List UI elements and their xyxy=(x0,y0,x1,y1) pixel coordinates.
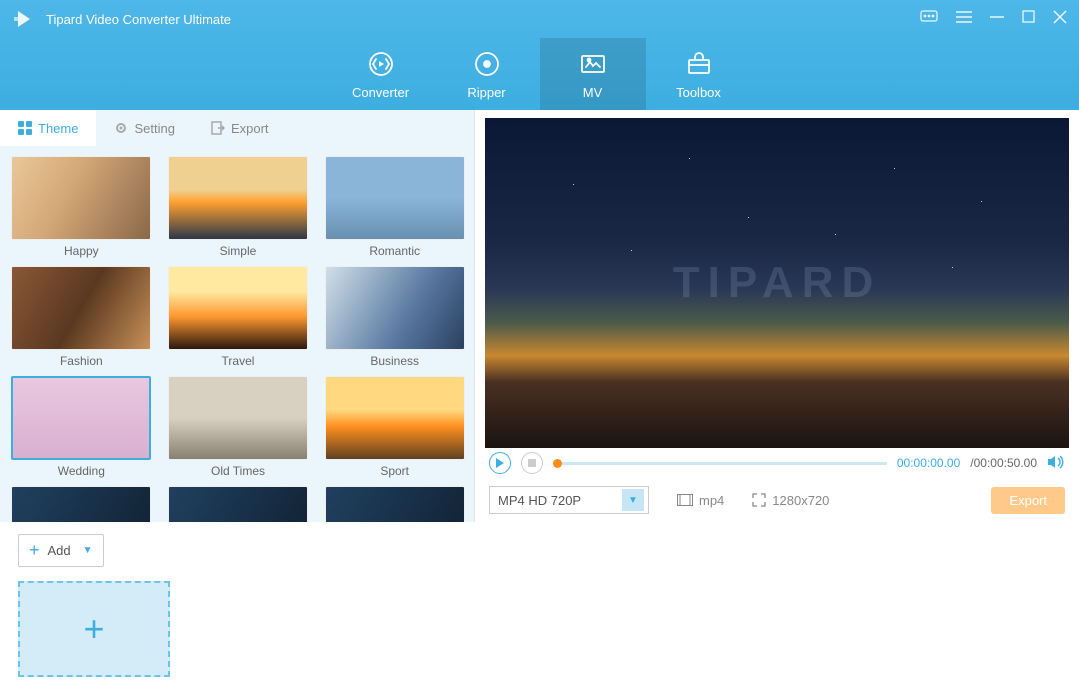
maximize-icon[interactable] xyxy=(1022,10,1035,29)
theme-thumbnail xyxy=(325,486,465,522)
theme-label: Business xyxy=(370,354,419,368)
ripper-icon xyxy=(472,49,502,79)
theme-thumbnail xyxy=(168,156,308,240)
theme-business[interactable]: Business xyxy=(321,266,468,368)
theme-thumbnail xyxy=(11,486,151,522)
stop-button[interactable] xyxy=(521,452,543,474)
nav-label: Ripper xyxy=(467,85,505,100)
tab-theme[interactable]: Theme xyxy=(0,110,96,146)
feedback-icon[interactable] xyxy=(920,10,938,29)
nav-ripper[interactable]: Ripper xyxy=(434,38,540,110)
close-icon[interactable] xyxy=(1053,10,1067,29)
main-nav: Converter Ripper MV Toolbox xyxy=(0,38,1079,110)
theme-happy[interactable]: Happy xyxy=(8,156,155,258)
panel-tabs: Theme Setting Export xyxy=(0,110,474,146)
format-select[interactable]: MP4 HD 720P ▼ xyxy=(489,486,649,514)
converter-icon xyxy=(366,49,396,79)
theme-label: Old Times xyxy=(211,464,265,478)
time-current: 00:00:00.00 xyxy=(897,456,960,470)
film-icon xyxy=(677,494,693,506)
theme-label: Sport xyxy=(380,464,409,478)
chevron-down-icon: ▼ xyxy=(622,489,644,511)
nav-label: MV xyxy=(583,85,603,100)
theme-item[interactable] xyxy=(165,486,312,522)
theme-item[interactable] xyxy=(321,486,468,522)
toolbox-icon xyxy=(684,49,714,79)
theme-thumbnail xyxy=(325,266,465,350)
theme-travel[interactable]: Travel xyxy=(165,266,312,368)
title-bar: Tipard Video Converter Ultimate xyxy=(0,0,1079,38)
add-media-placeholder[interactable]: + xyxy=(18,581,170,677)
play-button[interactable] xyxy=(489,452,511,474)
theme-label: Simple xyxy=(220,244,257,258)
theme-thumbnail xyxy=(168,486,308,522)
seek-handle[interactable] xyxy=(553,459,562,468)
menu-icon[interactable] xyxy=(956,10,972,29)
theme-label: Happy xyxy=(64,244,99,258)
theme-thumbnail xyxy=(325,156,465,240)
export-bar: MP4 HD 720P ▼ mp4 1280x720 Export xyxy=(475,478,1079,522)
theme-label: Fashion xyxy=(60,354,103,368)
nav-toolbox[interactable]: Toolbox xyxy=(646,38,752,110)
theme-old-times[interactable]: Old Times xyxy=(165,376,312,478)
theme-sport[interactable]: Sport xyxy=(321,376,468,478)
app-title: Tipard Video Converter Ultimate xyxy=(46,12,920,27)
preview-watermark: TIPARD xyxy=(673,258,882,308)
left-panel: Theme Setting Export Happy Simple Romantic… xyxy=(0,110,475,522)
theme-grid[interactable]: Happy Simple Romantic Fashion Travel Business… xyxy=(0,146,474,522)
theme-item[interactable] xyxy=(8,486,155,522)
theme-thumbnail xyxy=(11,266,151,350)
export-button[interactable]: Export xyxy=(991,487,1065,514)
export-icon xyxy=(211,121,225,135)
theme-label: Wedding xyxy=(58,464,105,478)
theme-thumbnail xyxy=(168,376,308,460)
theme-label: Romantic xyxy=(369,244,420,258)
grid-icon xyxy=(18,121,32,135)
video-preview[interactable]: TIPARD xyxy=(485,118,1069,448)
expand-icon xyxy=(752,493,766,507)
tab-setting[interactable]: Setting xyxy=(96,110,192,146)
theme-simple[interactable]: Simple xyxy=(165,156,312,258)
theme-thumbnail xyxy=(11,376,151,460)
nav-label: Toolbox xyxy=(676,85,721,100)
container-label: mp4 xyxy=(699,493,724,508)
main-body: Theme Setting Export Happy Simple Romantic… xyxy=(0,110,1079,522)
theme-thumbnail xyxy=(168,266,308,350)
tab-label: Export xyxy=(231,121,269,136)
plus-icon: + xyxy=(29,540,40,561)
time-total: /00:00:50.00 xyxy=(970,456,1037,470)
tab-label: Setting xyxy=(134,121,174,136)
nav-label: Converter xyxy=(352,85,409,100)
app-logo-icon xyxy=(12,7,36,31)
mv-icon xyxy=(578,49,608,79)
nav-mv[interactable]: MV xyxy=(540,38,646,110)
theme-thumbnail xyxy=(11,156,151,240)
nav-converter[interactable]: Converter xyxy=(328,38,434,110)
add-label: Add xyxy=(48,543,71,558)
tab-export[interactable]: Export xyxy=(193,110,287,146)
tab-label: Theme xyxy=(38,121,78,136)
resolution-label: 1280x720 xyxy=(772,493,829,508)
volume-icon[interactable] xyxy=(1047,455,1065,472)
theme-wedding[interactable]: Wedding xyxy=(8,376,155,478)
format-value: MP4 HD 720P xyxy=(498,493,581,508)
theme-label: Travel xyxy=(222,354,255,368)
plus-icon: + xyxy=(83,608,104,650)
theme-romantic[interactable]: Romantic xyxy=(321,156,468,258)
chevron-down-icon: ▼ xyxy=(83,545,93,556)
resolution-info: 1280x720 xyxy=(752,493,829,508)
theme-fashion[interactable]: Fashion xyxy=(8,266,155,368)
right-panel: TIPARD 00:00:00.00/00:00:50.00 MP4 HD 72… xyxy=(475,110,1079,522)
seek-bar[interactable] xyxy=(553,462,887,465)
theme-thumbnail xyxy=(325,376,465,460)
add-button[interactable]: + Add ▼ xyxy=(18,534,104,567)
player-controls: 00:00:00.00/00:00:50.00 xyxy=(475,448,1079,478)
app-header: Tipard Video Converter Ultimate Converte… xyxy=(0,0,1079,110)
gear-icon xyxy=(114,121,128,135)
timeline-panel: + Add ▼ + xyxy=(0,522,1079,700)
container-info: mp4 xyxy=(677,493,724,508)
window-controls xyxy=(920,10,1067,29)
minimize-icon[interactable] xyxy=(990,10,1004,29)
